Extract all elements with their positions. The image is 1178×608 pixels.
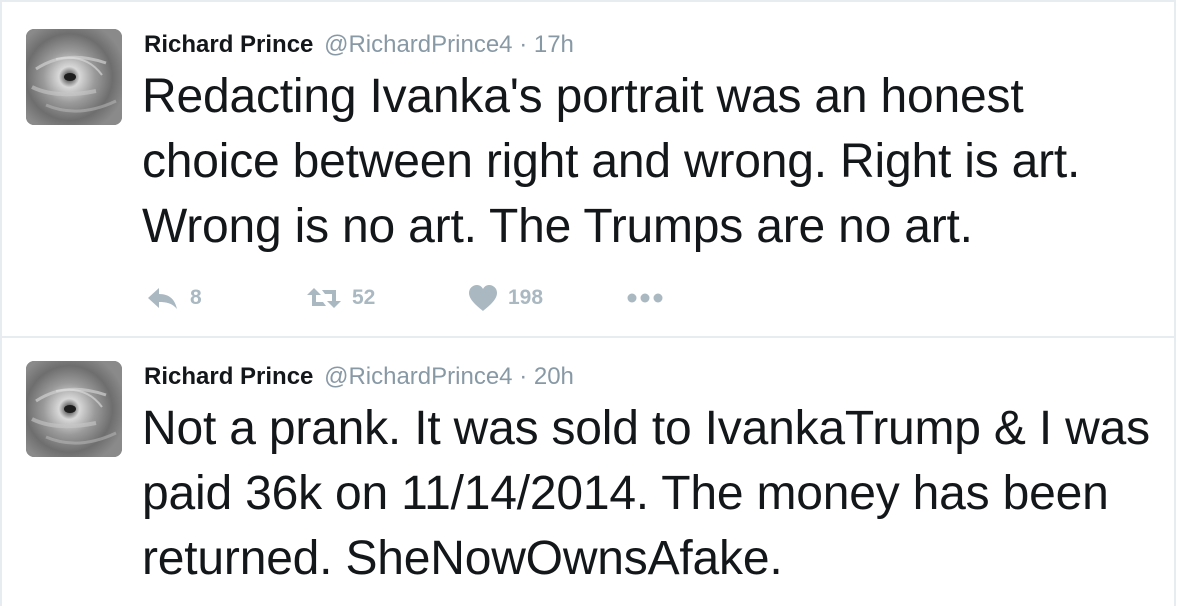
avatar[interactable] bbox=[26, 29, 122, 125]
timestamp[interactable]: 20h bbox=[534, 363, 574, 390]
tweet-header: Richard Prince @RichardPrince4 · 17h bbox=[144, 31, 574, 59]
username[interactable]: @RichardPrince4 bbox=[324, 31, 512, 58]
avatar[interactable] bbox=[26, 361, 122, 457]
like-button[interactable]: 198 bbox=[468, 278, 543, 318]
fullname[interactable]: Richard Prince bbox=[144, 31, 313, 58]
tweet-text: Redacting Ivanka's portrait was an hones… bbox=[142, 70, 1081, 253]
retweet-button[interactable]: 52 bbox=[306, 278, 375, 318]
username[interactable]: @RichardPrince4 bbox=[324, 363, 512, 390]
tweet[interactable]: Richard Prince @RichardPrince4 · 17h Red… bbox=[2, 2, 1176, 338]
retweet-count: 52 bbox=[352, 286, 376, 309]
hurricane-avatar bbox=[26, 361, 122, 457]
heart-icon bbox=[469, 285, 497, 311]
more-dots-icon bbox=[627, 293, 663, 303]
reply-count: 8 bbox=[190, 286, 202, 309]
tweet-text: Not a prank. It was sold to IvankaTrump … bbox=[142, 402, 1150, 585]
reply-button[interactable]: 8 bbox=[146, 278, 202, 318]
tweet[interactable]: Richard Prince @RichardPrince4 · 20h Not… bbox=[2, 338, 1176, 608]
tweet-actions: 8 52 198 bbox=[146, 278, 746, 318]
timestamp[interactable]: 17h bbox=[534, 31, 574, 58]
like-count: 198 bbox=[508, 286, 544, 309]
retweet-icon bbox=[307, 288, 341, 308]
more-button[interactable] bbox=[626, 278, 666, 318]
tweet-timeline: Richard Prince @RichardPrince4 · 17h Red… bbox=[0, 0, 1176, 606]
separator: · bbox=[519, 363, 528, 390]
fullname[interactable]: Richard Prince bbox=[144, 363, 313, 390]
hurricane-avatar bbox=[26, 29, 122, 125]
separator: · bbox=[519, 31, 528, 58]
reply-icon bbox=[148, 288, 177, 309]
tweet-header: Richard Prince @RichardPrince4 · 20h bbox=[144, 363, 574, 391]
